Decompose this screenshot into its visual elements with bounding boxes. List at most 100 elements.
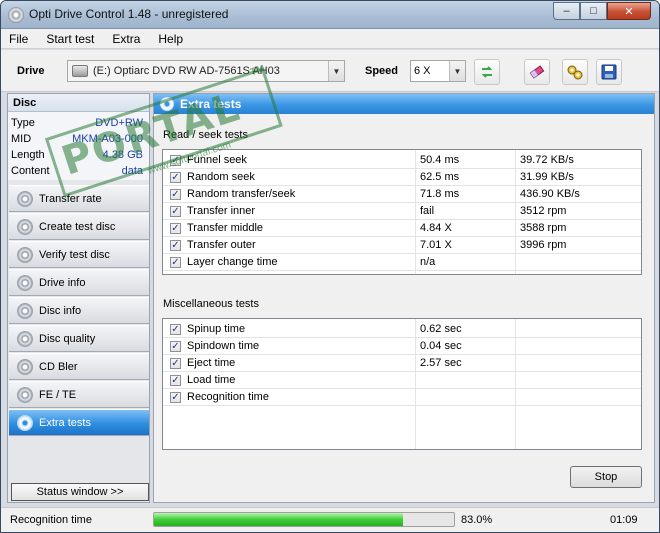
disc-icon xyxy=(17,358,33,375)
settings-icon xyxy=(567,65,583,80)
nav-disc-info[interactable]: Disc info xyxy=(9,297,149,324)
misc-section-title: Miscellaneous tests xyxy=(163,298,259,310)
disc-icon xyxy=(17,190,33,207)
test-checkbox[interactable]: ✓ xyxy=(170,155,181,166)
test-value: 50.4 ms xyxy=(420,154,460,166)
nav-label: Transfer rate xyxy=(39,192,102,205)
app-window: Opti Drive Control 1.48 - unregistered ‒… xyxy=(0,0,660,533)
menu-start-test[interactable]: Start test xyxy=(44,32,96,46)
test-checkbox[interactable]: ✓ xyxy=(170,189,181,200)
minimize-button[interactable]: ‒ xyxy=(553,2,580,20)
speed-select-value: 6 X xyxy=(414,65,431,77)
table-row: ✓ Transfer outer 7.01 X 3996 rpm xyxy=(163,237,641,254)
progress-bar xyxy=(153,512,455,527)
nav-label: Create test disc xyxy=(39,220,116,233)
disc-icon xyxy=(17,246,33,263)
disc-value: data xyxy=(121,165,143,177)
menu-help[interactable]: Help xyxy=(156,32,185,46)
test-value: 2.57 sec xyxy=(420,357,462,369)
elapsed-time: 01:09 xyxy=(610,514,638,526)
panel-title: Extra tests xyxy=(180,97,242,111)
test-extra: 39.72 KB/s xyxy=(520,154,574,166)
test-value: n/a xyxy=(420,256,436,268)
nav-fe-te[interactable]: FE / TE xyxy=(9,381,149,408)
save-button[interactable] xyxy=(596,59,622,85)
nav-drive-info[interactable]: Drive info xyxy=(9,269,149,296)
test-checkbox[interactable]: ✓ xyxy=(170,392,181,403)
table-row: ✓ Random transfer/seek 71.8 ms 436.90 KB… xyxy=(163,186,641,203)
app-disc-icon xyxy=(8,7,24,23)
disc-icon xyxy=(17,414,33,431)
refresh-button[interactable] xyxy=(474,59,500,85)
test-checkbox[interactable]: ✓ xyxy=(170,341,181,352)
table-row: ✓ Spinup time 0.62 sec xyxy=(163,321,641,338)
menu-file[interactable]: File xyxy=(7,32,30,46)
test-checkbox[interactable]: ✓ xyxy=(170,358,181,369)
title-bar: Opti Drive Control 1.48 - unregistered ‒… xyxy=(1,1,659,29)
status-window-button[interactable]: Status window >> xyxy=(11,483,149,501)
test-checkbox[interactable]: ✓ xyxy=(170,240,181,251)
nav-disc-quality[interactable]: Disc quality xyxy=(9,325,149,352)
test-value: 7.01 X xyxy=(420,239,452,251)
test-name: Recognition time xyxy=(187,391,269,403)
test-checkbox[interactable]: ✓ xyxy=(170,324,181,335)
test-extra: 3588 rpm xyxy=(520,222,567,234)
disc-icon xyxy=(17,302,33,319)
settings-button[interactable] xyxy=(562,59,588,85)
table-row: ✓ Random seek 62.5 ms 31.99 KB/s xyxy=(163,169,641,186)
menu-extra[interactable]: Extra xyxy=(110,32,142,46)
nav-create-test-disc[interactable]: Create test disc xyxy=(9,213,149,240)
disc-key: Length xyxy=(11,149,45,161)
panel-header: Extra tests xyxy=(154,94,654,114)
disc-key: MID xyxy=(11,133,32,145)
test-name: Spinup time xyxy=(187,323,246,335)
save-icon xyxy=(601,64,617,80)
test-value: 71.8 ms xyxy=(420,188,460,200)
test-name: Eject time xyxy=(187,357,236,369)
disc-key: Content xyxy=(11,165,50,177)
test-name: Transfer inner xyxy=(187,205,256,217)
test-name: Random transfer/seek xyxy=(187,188,296,200)
progress-fill xyxy=(154,513,403,526)
nav-cd-bler[interactable]: CD Bler xyxy=(9,353,149,380)
speed-select[interactable]: 6 X ▼ xyxy=(410,60,466,82)
test-value: 4.84 X xyxy=(420,222,452,234)
test-extra: 436.90 KB/s xyxy=(520,188,580,200)
stop-button[interactable]: Stop xyxy=(570,466,642,488)
test-name: Layer change time xyxy=(187,256,278,268)
chevron-down-icon: ▼ xyxy=(449,61,465,81)
test-checkbox[interactable]: ✓ xyxy=(170,223,181,234)
table-row: ✓ Transfer middle 4.84 X 3588 rpm xyxy=(163,220,641,237)
table-row: ✓ Transfer inner fail 3512 rpm xyxy=(163,203,641,220)
disc-header: Disc xyxy=(8,94,149,112)
test-checkbox[interactable]: ✓ xyxy=(170,172,181,183)
test-name: Transfer outer xyxy=(187,239,256,251)
close-button[interactable]: ✕ xyxy=(607,2,651,20)
nav-extra-tests[interactable]: Extra tests xyxy=(9,409,149,436)
test-checkbox[interactable]: ✓ xyxy=(170,206,181,217)
disc-key: Type xyxy=(11,117,35,129)
test-checkbox[interactable]: ✓ xyxy=(170,375,181,386)
disc-info: Type DVD+RW MID MKM-A03-000 Length 4.38 … xyxy=(8,112,149,180)
table-row: ✓ Funnel seek 50.4 ms 39.72 KB/s xyxy=(163,152,641,169)
test-name: Spindown time xyxy=(187,340,260,352)
table-row: ✓ Load time xyxy=(163,372,641,389)
drive-select[interactable]: (E:) Optiarc DVD RW AD-7561S AH03 ▼ xyxy=(67,60,345,82)
test-value: 0.04 sec xyxy=(420,340,462,352)
test-value: 0.62 sec xyxy=(420,323,462,335)
progress-percent: 83.0% xyxy=(461,514,493,526)
disc-icon xyxy=(17,218,33,235)
test-extra: 3512 rpm xyxy=(520,205,567,217)
left-panel: Disc Type DVD+RW MID MKM-A03-000 Length … xyxy=(7,93,150,503)
disc-icon xyxy=(17,274,33,291)
window-title: Opti Drive Control 1.48 - unregistered xyxy=(29,7,229,21)
nav-verify-test-disc[interactable]: Verify test disc xyxy=(9,241,149,268)
misc-table: ✓ Spinup time 0.62 sec ✓ Spindown time 0… xyxy=(162,318,642,450)
nav-label: Extra tests xyxy=(39,416,91,429)
disc-value: 4.38 GB xyxy=(102,149,143,161)
test-name: Random seek xyxy=(187,171,255,183)
eraser-button[interactable] xyxy=(524,59,550,85)
nav-transfer-rate[interactable]: Transfer rate xyxy=(9,185,149,212)
test-checkbox[interactable]: ✓ xyxy=(170,257,181,268)
maximize-button[interactable]: □ xyxy=(580,2,607,20)
